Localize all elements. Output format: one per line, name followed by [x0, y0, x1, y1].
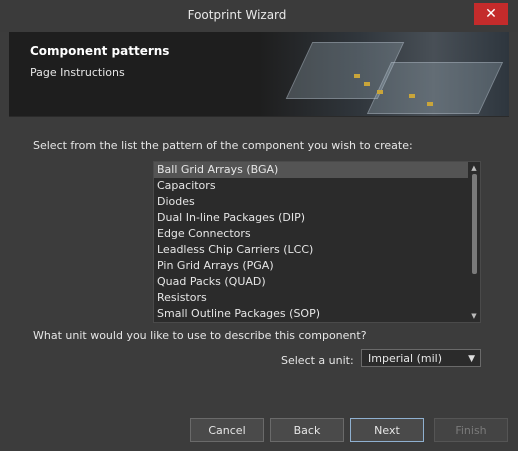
pattern-prompt: Select from the list the pattern of the …	[33, 139, 413, 152]
title-bar: Footprint Wizard ✕	[0, 0, 518, 32]
pattern-list-item[interactable]: Leadless Chip Carriers (LCC)	[154, 242, 480, 258]
scroll-up-icon[interactable]: ▲	[470, 164, 478, 172]
close-icon[interactable]: ✕	[474, 3, 508, 25]
page-subtitle: Page Instructions	[30, 66, 125, 79]
pcb-banner-image	[259, 32, 509, 116]
unit-select[interactable]: Imperial (mil) ▼	[361, 349, 481, 367]
pattern-list-item[interactable]: Ball Grid Arrays (BGA)	[154, 162, 480, 178]
pattern-list-item[interactable]: Small Outline Packages (SOP)	[154, 306, 480, 322]
unit-select-value: Imperial (mil)	[368, 352, 442, 365]
pattern-list-item[interactable]: Pin Grid Arrays (PGA)	[154, 258, 480, 274]
back-button[interactable]: Back	[270, 418, 344, 442]
window-title: Footprint Wizard	[187, 8, 287, 22]
unit-label: Select a unit:	[281, 354, 354, 367]
footprint-wizard-dialog: Footprint Wizard ✕ Component patterns Pa…	[0, 0, 518, 451]
content-area: Select from the list the pattern of the …	[9, 116, 509, 409]
scroll-down-icon[interactable]: ▼	[470, 312, 478, 320]
pattern-list-item[interactable]: Diodes	[154, 194, 480, 210]
pattern-list-item[interactable]: Quad Packs (QUAD)	[154, 274, 480, 290]
list-scrollbar[interactable]: ▲ ▼	[468, 162, 480, 322]
pattern-list-item[interactable]: Capacitors	[154, 178, 480, 194]
chevron-down-icon: ▼	[468, 354, 475, 364]
scroll-thumb[interactable]	[472, 174, 477, 274]
pattern-list-item[interactable]: Dual In-line Packages (DIP)	[154, 210, 480, 226]
cancel-button[interactable]: Cancel	[190, 418, 264, 442]
pattern-list-item[interactable]: Edge Connectors	[154, 226, 480, 242]
button-bar: Cancel Back Next Finish	[0, 408, 518, 451]
page-title: Component patterns	[30, 44, 170, 58]
next-button[interactable]: Next	[350, 418, 424, 442]
header-banner: Component patterns Page Instructions	[9, 32, 509, 116]
unit-question: What unit would you like to use to descr…	[33, 329, 367, 342]
pattern-list-item[interactable]: Resistors	[154, 290, 480, 306]
finish-button[interactable]: Finish	[434, 418, 508, 442]
pattern-list[interactable]: Ball Grid Arrays (BGA) Capacitors Diodes Du…	[153, 161, 481, 323]
